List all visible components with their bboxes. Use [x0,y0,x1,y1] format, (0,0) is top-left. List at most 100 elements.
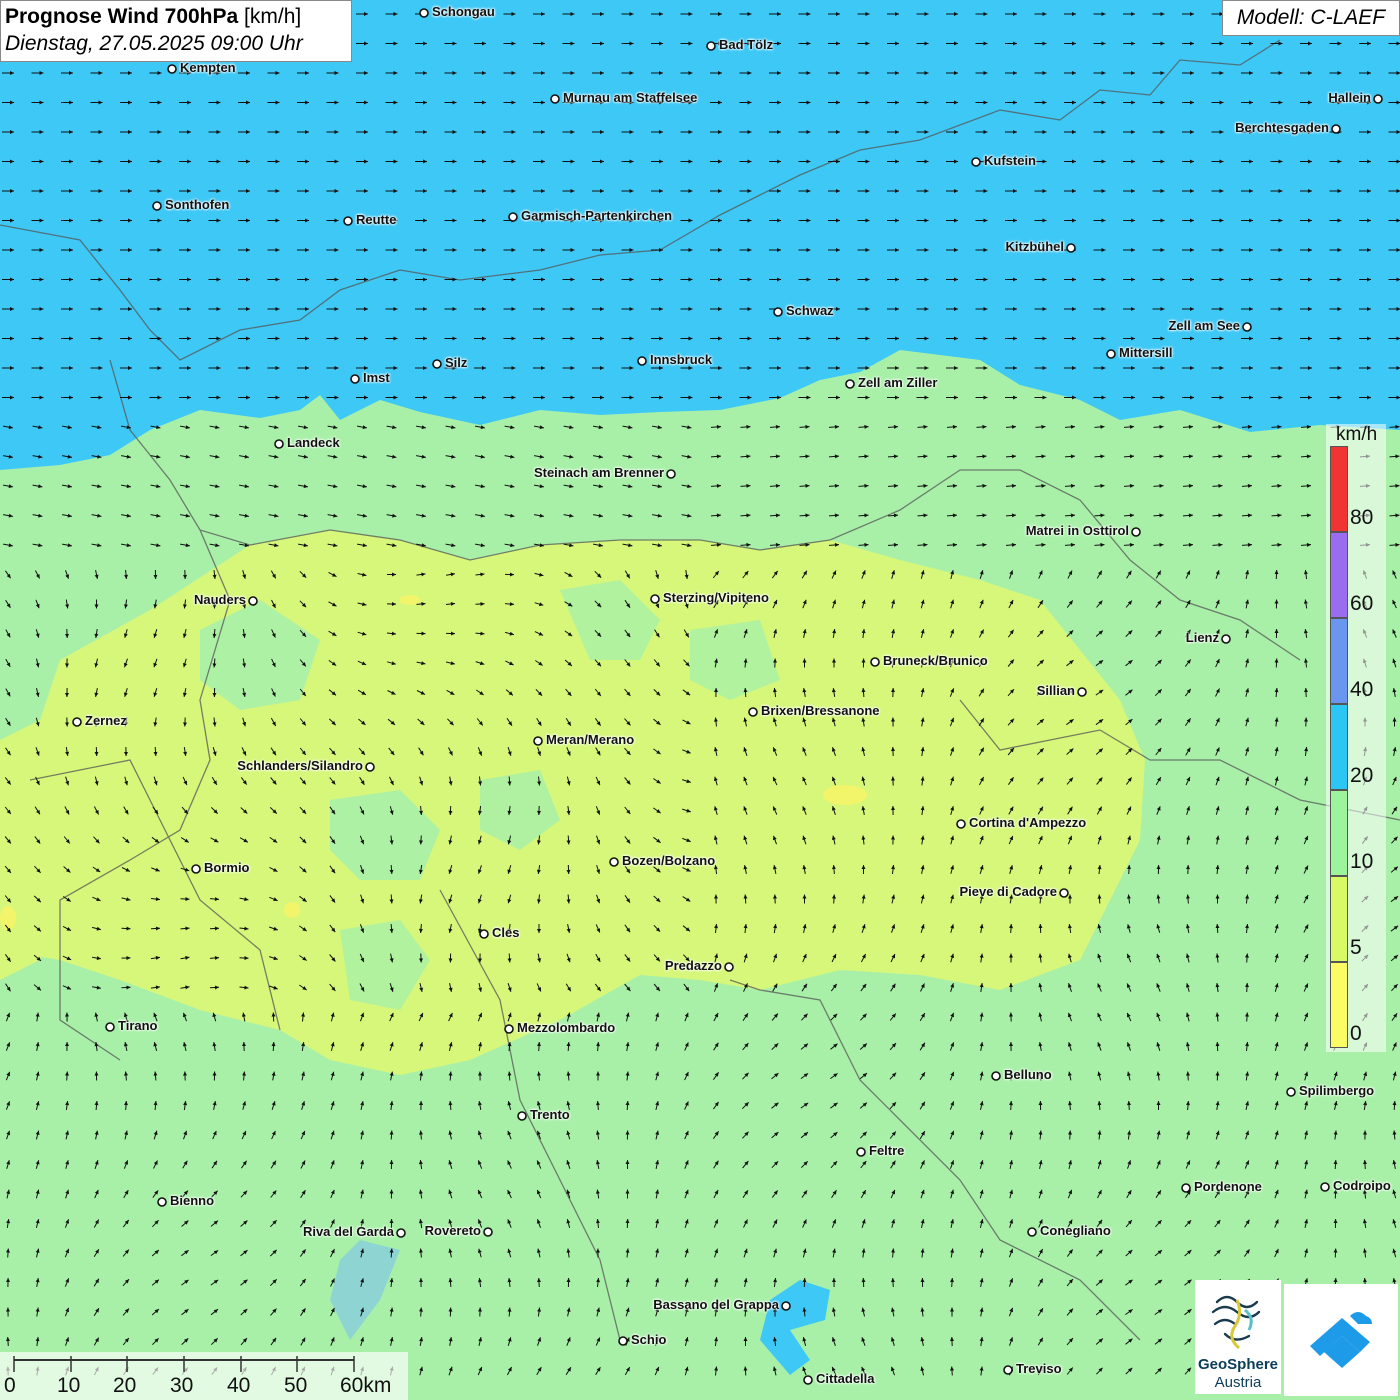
city-marker [483,1227,493,1237]
geosphere-country: Austria [1214,1374,1262,1391]
city-label: Reutte [356,212,397,227]
city-label: Schio [631,1332,667,1347]
city-marker [1221,634,1231,644]
scale-label: 10 [57,1374,81,1397]
city-marker [1242,322,1252,332]
city-label: Conegliano [1040,1223,1111,1238]
geosphere-name: GeoSphere [1197,1356,1279,1373]
city-label: Kufstein [984,153,1036,168]
legend-label: 80 [1350,506,1374,529]
city-label: Innsbruck [650,352,713,367]
legend-swatch [1330,532,1348,618]
scale-label: 0 [4,1374,16,1397]
scale-label: 30 [170,1374,194,1397]
city-marker [274,439,284,449]
title-unit: [km/h] [244,5,302,28]
city-marker [991,1071,1001,1081]
legend-swatch [1330,876,1348,962]
city-label: Bruneck/Brunico [883,653,988,668]
city-label: Sonthofen [165,197,230,212]
city-label: Imst [363,370,390,385]
city-marker [956,819,966,829]
city-label: Meran/Merano [546,732,635,747]
city-marker [856,1147,866,1157]
city-marker [1077,687,1087,697]
city-marker [1027,1227,1037,1237]
city-label: Kempten [180,60,236,75]
city-label: Bienno [170,1193,215,1208]
city-label: Cles [492,925,520,940]
map-title-box: Prognose Wind 700hPa [km/h] Dienstag, 27… [0,0,352,62]
city-marker [748,707,758,717]
city-label: Feltre [869,1143,905,1158]
city-marker [396,1228,406,1238]
scale-label: 60km [340,1374,392,1397]
city-label: Predazzo [664,958,722,973]
city-marker [167,64,177,74]
city-label: Steinach am Brenner [533,465,664,480]
city-label: Treviso [1016,1361,1062,1376]
city-label: Hallein [1328,90,1371,105]
city-marker [248,596,258,606]
city-label: Bormio [204,860,250,875]
city-label: Mezzolombardo [517,1020,616,1035]
map-title: Prognose Wind 700hPa [km/h] [5,4,347,30]
city-marker [971,157,981,167]
city-label: Pordenone [1194,1179,1262,1194]
city-marker [1286,1087,1296,1097]
city-marker [1003,1365,1013,1375]
city-marker [350,374,360,384]
city-marker [666,469,676,479]
geosphere-logo: GeoSphere Austria [1195,1280,1281,1394]
city-label: Bassano del Grappa [653,1297,779,1312]
city-label: Codroipo [1333,1178,1391,1193]
city-marker [365,762,375,772]
city-marker [1066,243,1076,253]
city-label: Nauders [193,592,246,607]
city-marker [803,1375,813,1385]
city-label: Zell am See [1168,318,1240,333]
city-marker [72,717,82,727]
city-marker [1059,888,1069,898]
city-label: Kitzbühel [1005,239,1065,254]
legend-label: 40 [1350,678,1374,701]
city-label: Berchtesgaden [1235,120,1329,135]
city-marker [152,201,162,211]
city-marker [781,1301,791,1311]
city-marker [1131,527,1141,537]
city-label: Tirano [118,1018,158,1033]
city-label: Zell am Ziller [858,375,938,390]
city-marker [637,356,647,366]
city-label: Schlanders/Silandro [237,758,363,773]
legend-swatch [1330,704,1348,790]
scale-bar: 0 10 20 30 40 50 60km [0,1352,408,1400]
city-marker [724,962,734,972]
city-label: Landeck [287,435,340,450]
city-label: Sillian [1036,683,1075,698]
city-marker [1373,94,1383,104]
city-marker [157,1197,167,1207]
city-label: Riva del Garda [302,1224,394,1239]
city-label: Silz [445,355,468,370]
app-logo-icon [1310,1312,1372,1368]
city-label: Schwaz [786,303,834,318]
legend-color-bar [1330,446,1348,1048]
legend-unit: km/h [1336,424,1378,445]
legend-swatch [1330,446,1348,532]
city-marker [1331,124,1341,134]
legend-swatch [1330,790,1348,876]
scale-label: 20 [113,1374,137,1397]
city-label: Cortina d'Ampezzo [969,815,1087,830]
legend-swatch [1330,962,1348,1048]
legend-label: 20 [1350,764,1374,787]
color-legend: km/h 0 5 10 20 40 60 80 [1326,424,1386,1052]
city-label: Bozen/Bolzano [622,853,716,868]
city-label: Lienz [1185,630,1219,645]
city-marker [618,1336,628,1346]
legend-label: 0 [1350,1022,1362,1045]
city-label: Garmisch-Partenkirchen [521,208,673,223]
forecast-datetime: Dienstag, 27.05.2025 09:00 Uhr [5,32,303,55]
city-label: Spilimbergo [1299,1083,1375,1098]
city-marker [517,1111,527,1121]
scale-label: 40 [227,1374,251,1397]
